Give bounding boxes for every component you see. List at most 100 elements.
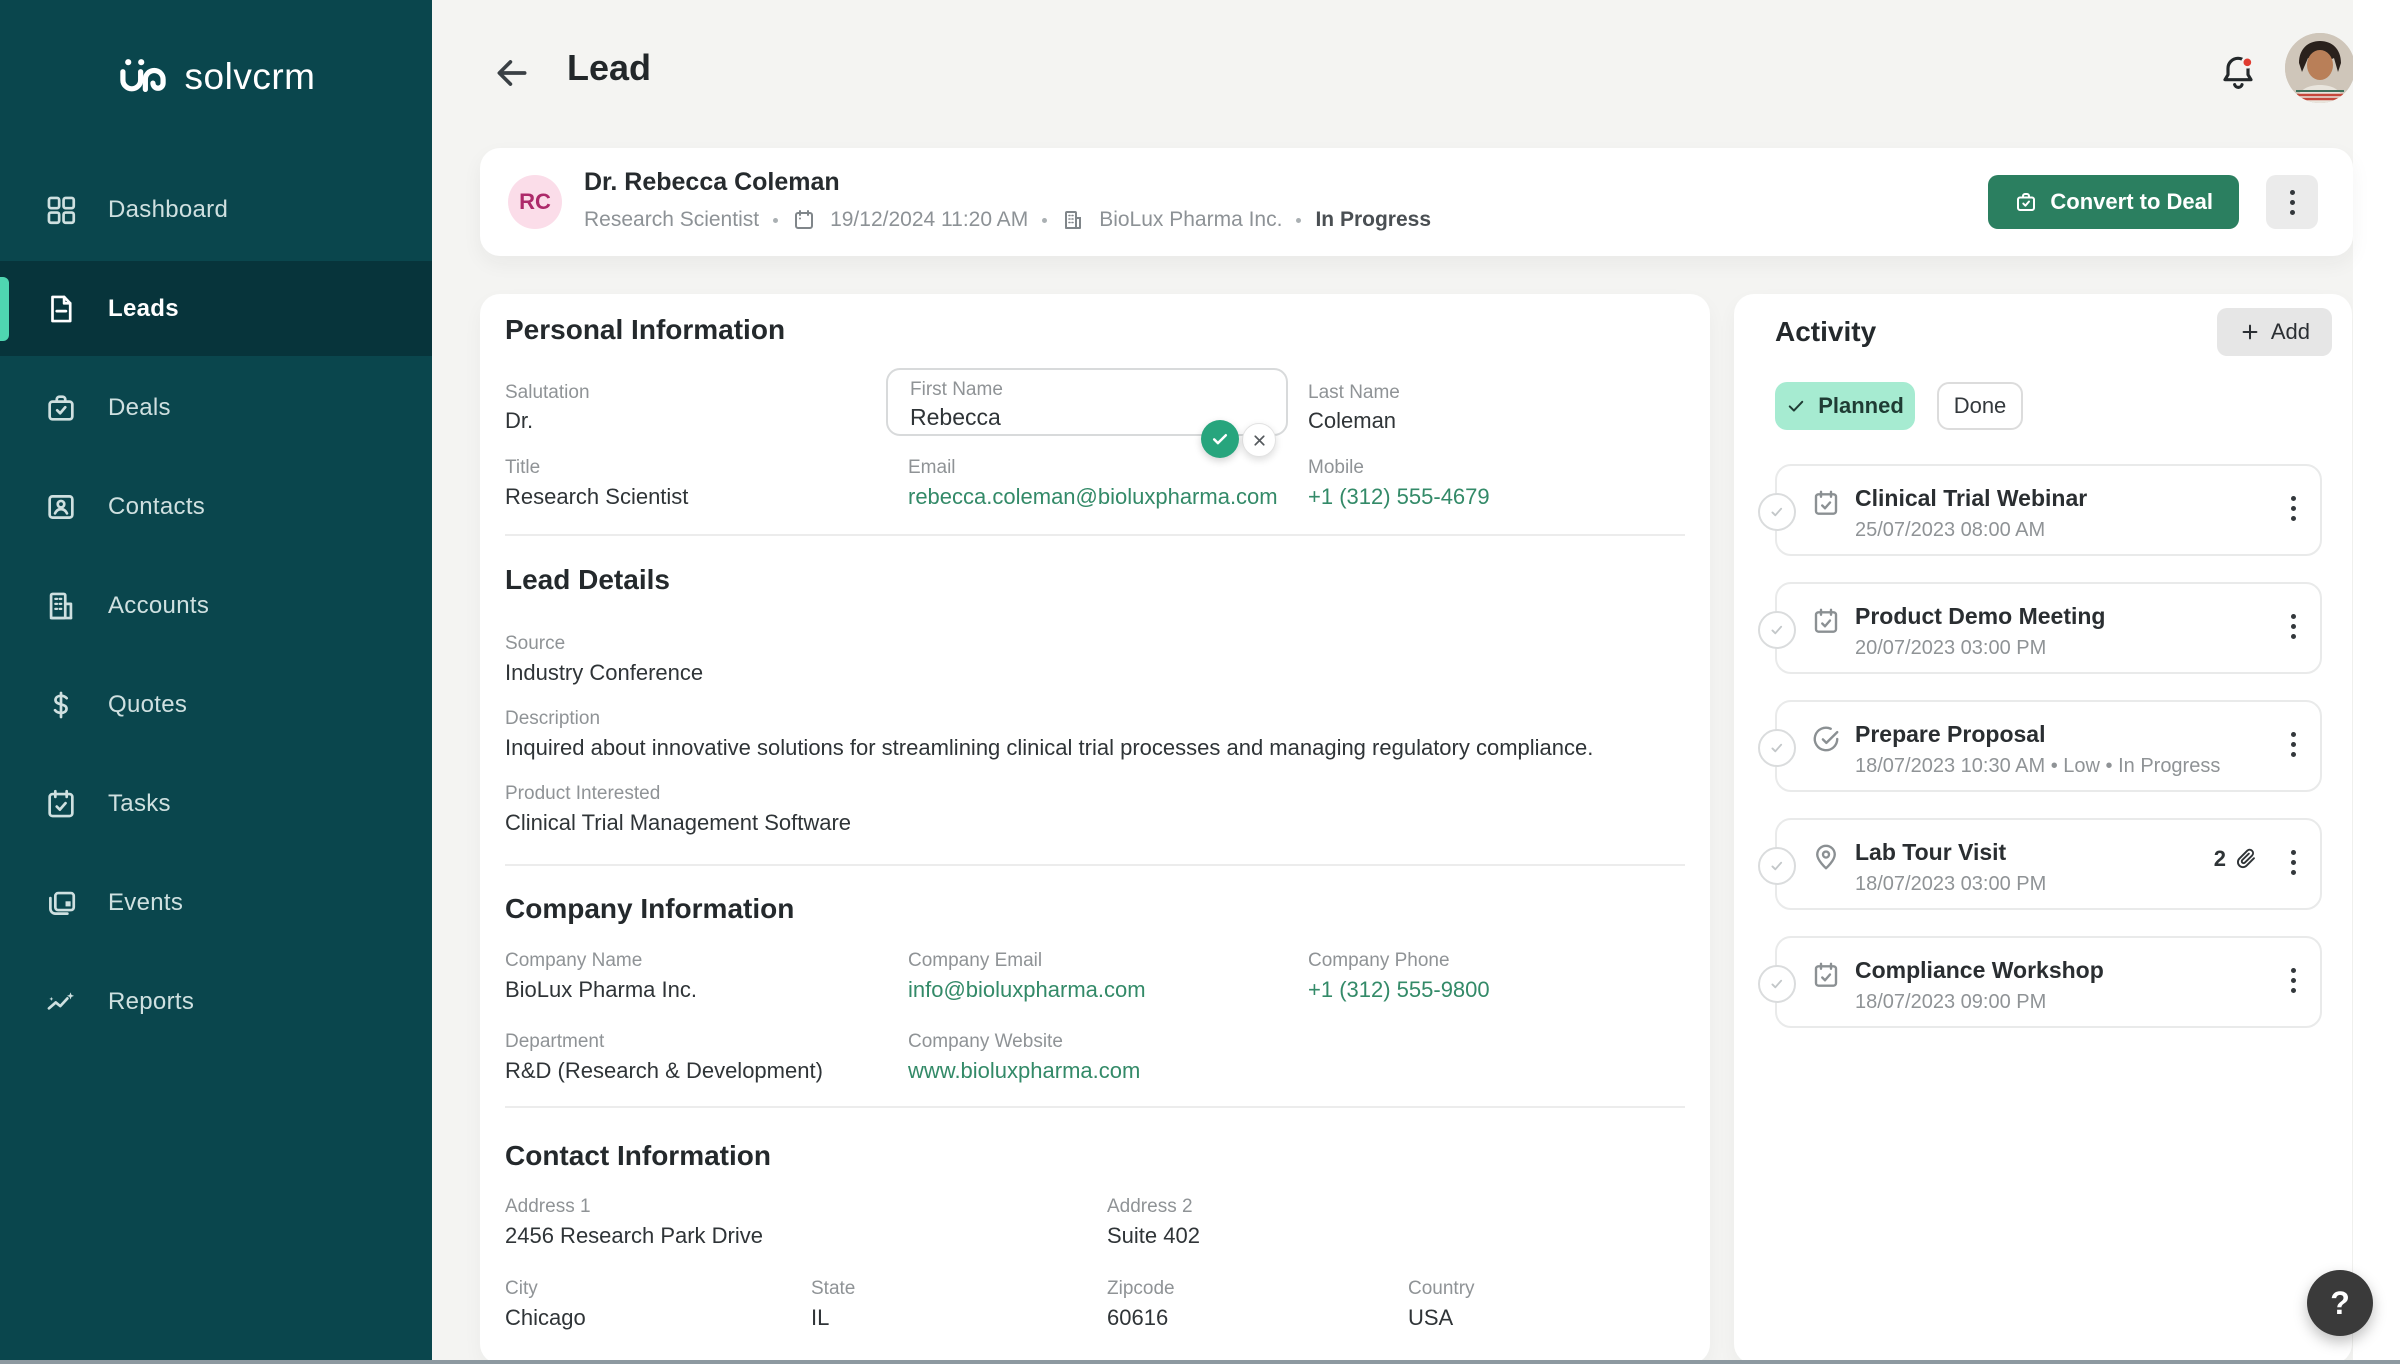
calendar-check-icon	[1811, 960, 1841, 990]
company-phone-link[interactable]: +1 (312) 555-9800	[1308, 977, 1490, 1003]
mark-complete-toggle[interactable]	[1758, 493, 1796, 531]
lead-detail-card: Personal Information Salutation Dr. Firs…	[480, 294, 1710, 1364]
add-activity-button[interactable]: Add	[2216, 308, 2332, 356]
main-area: Lead RC Dr. Rebecca Coleman Research Sci	[432, 0, 2355, 1364]
activity-item[interactable]: Prepare Proposal 18/07/2023 10:30 AM • L…	[1758, 700, 2322, 792]
activity-item[interactable]: Compliance Workshop 18/07/2023 09:00 PM	[1758, 936, 2322, 1028]
events-icon	[44, 886, 78, 920]
contacts-icon	[44, 490, 78, 524]
company-email-label: Company Email	[908, 950, 1043, 971]
check-icon	[1786, 396, 1806, 416]
leads-icon	[44, 292, 78, 326]
mark-complete-toggle[interactable]	[1758, 729, 1796, 767]
dashboard-icon	[44, 193, 78, 227]
email-label: Email	[908, 457, 956, 478]
sidebar-item-events[interactable]: Events	[0, 855, 432, 950]
confirm-edit-button[interactable]	[1201, 420, 1239, 458]
company-email-link[interactable]: info@bioluxpharma.com	[908, 977, 1146, 1003]
mark-complete-toggle[interactable]	[1758, 965, 1796, 1003]
user-avatar[interactable]	[2285, 33, 2355, 103]
lead-more-actions-button[interactable]	[2266, 175, 2318, 229]
sidebar-item-quotes[interactable]: Quotes	[0, 657, 432, 752]
activity-more-button[interactable]	[2285, 490, 2302, 527]
mobile-label: Mobile	[1308, 457, 1364, 478]
kebab-icon	[2291, 850, 2296, 875]
back-arrow-icon[interactable]	[493, 54, 531, 92]
department-value: R&D (Research & Development)	[505, 1058, 823, 1083]
activity-datetime: 20/07/2023 03:00 PM	[1855, 637, 2047, 659]
sidebar-item-label: Tasks	[108, 789, 171, 817]
activity-title: Lab Tour Visit	[1855, 839, 2007, 865]
tab-done-label: Done	[1953, 393, 2007, 418]
tab-planned-label: Planned	[1818, 393, 1904, 418]
address2-value: Suite 402	[1107, 1223, 1200, 1248]
sidebar-item-label: Quotes	[108, 690, 188, 718]
lead-created-datetime: 19/12/2024 11:20 AM	[830, 208, 1029, 231]
kebab-icon	[2291, 496, 2296, 521]
sidebar-item-dashboard[interactable]: Dashboard	[0, 162, 432, 257]
activity-more-button[interactable]	[2285, 608, 2302, 645]
page-title: Lead	[567, 47, 652, 88]
address2-label: Address 2	[1107, 1196, 1193, 1217]
email-link[interactable]: rebecca.coleman@bioluxpharma.com	[908, 484, 1278, 510]
activity-item[interactable]: Clinical Trial Webinar 25/07/2023 08:00 …	[1758, 464, 2322, 556]
last-name-label: Last Name	[1308, 382, 1400, 403]
attachment-count[interactable]: 2	[2214, 846, 2258, 872]
company-phone-label: Company Phone	[1308, 950, 1450, 971]
sidebar-item-label: Accounts	[108, 591, 210, 619]
calendar-check-icon	[1811, 606, 1841, 636]
mark-complete-toggle[interactable]	[1758, 847, 1796, 885]
sidebar-item-label: Events	[108, 888, 184, 916]
country-value: USA	[1408, 1305, 1454, 1330]
cancel-edit-button[interactable]	[1242, 423, 1276, 457]
last-name-value: Coleman	[1308, 408, 1397, 433]
activity-datetime: 18/07/2023 03:00 PM	[1855, 873, 2047, 895]
dot-separator	[773, 217, 779, 223]
sidebar-item-deals[interactable]: Deals	[0, 360, 432, 455]
company-name-value: BioLux Pharma Inc.	[505, 977, 697, 1002]
sidebar-item-contacts[interactable]: Contacts	[0, 459, 432, 554]
convert-to-deal-button[interactable]: Convert to Deal	[1988, 175, 2239, 229]
scrollbar-track[interactable]	[2353, 0, 2400, 1364]
activity-title: Prepare Proposal	[1855, 721, 2046, 747]
notifications-bell-icon[interactable]	[2218, 52, 2258, 94]
help-button[interactable]: ?	[2307, 1270, 2373, 1336]
quotes-icon	[44, 688, 78, 722]
activity-item[interactable]: Lab Tour Visit 18/07/2023 03:00 PM 2	[1758, 818, 2322, 910]
title-label: Title	[505, 457, 541, 478]
paperclip-icon	[2237, 848, 2255, 869]
tab-planned[interactable]: Planned	[1775, 382, 1915, 430]
department-label: Department	[505, 1031, 605, 1052]
sidebar-item-leads[interactable]: Leads	[0, 261, 432, 356]
mark-complete-toggle[interactable]	[1758, 611, 1796, 649]
zipcode-value: 60616	[1107, 1305, 1169, 1330]
mobile-link[interactable]: +1 (312) 555-4679	[1308, 484, 1490, 510]
sidebar-item-tasks[interactable]: Tasks	[0, 756, 432, 851]
tasks-icon	[44, 787, 78, 821]
company-information-heading: Company Information	[505, 893, 795, 924]
company-website-link[interactable]: www.bioluxpharma.com	[908, 1058, 1140, 1084]
page-header: Lead	[432, 0, 2355, 148]
sidebar-item-label: Leads	[108, 294, 179, 322]
address1-value: 2456 Research Park Drive	[505, 1223, 764, 1248]
sidebar-nav: Dashboard Leads Deals Contacts Accounts …	[0, 162, 432, 1049]
sidebar-item-reports[interactable]: Reports	[0, 954, 432, 1049]
tab-done[interactable]: Done	[1937, 382, 2023, 430]
activity-more-button[interactable]	[2285, 844, 2302, 881]
deals-icon	[44, 391, 78, 425]
lead-initials-avatar: RC	[508, 175, 562, 229]
dot-separator	[1296, 217, 1302, 223]
activity-more-button[interactable]	[2285, 726, 2302, 763]
address1-label: Address 1	[505, 1196, 591, 1217]
kebab-icon	[2291, 732, 2296, 757]
sidebar-item-accounts[interactable]: Accounts	[0, 558, 432, 653]
activity-item[interactable]: Product Demo Meeting 20/07/2023 03:00 PM	[1758, 582, 2322, 674]
activity-title: Compliance Workshop	[1855, 957, 2104, 983]
activity-more-button[interactable]	[2285, 962, 2302, 999]
first-name-label: First Name	[910, 379, 1003, 400]
activity-title: Clinical Trial Webinar	[1855, 485, 2088, 511]
kebab-icon	[2291, 968, 2296, 993]
sidebar-item-label: Deals	[108, 393, 171, 421]
lead-job-title: Research Scientist	[584, 208, 760, 231]
state-label: State	[811, 1278, 856, 1299]
